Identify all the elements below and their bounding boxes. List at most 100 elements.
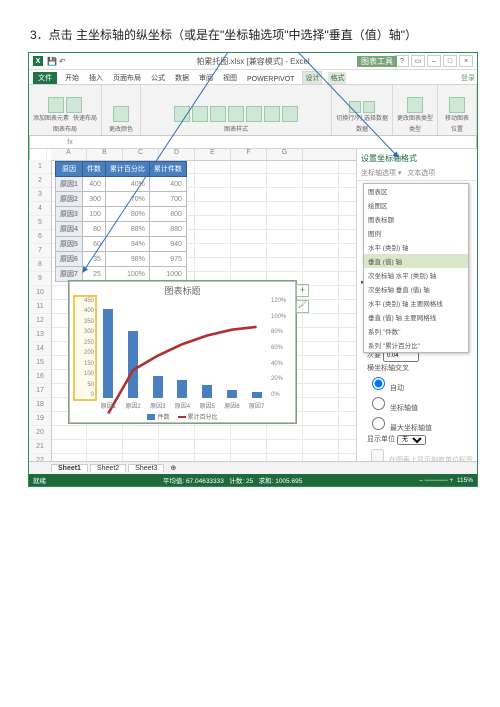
- row-header[interactable]: 4: [29, 202, 51, 216]
- col-header-E[interactable]: E: [195, 149, 231, 160]
- pareto-data-table[interactable]: 原因件数累计百分比累计件数原因140040%400原因230070%700原因3…: [55, 161, 187, 282]
- zoom-out-button[interactable]: –: [419, 477, 423, 484]
- row-header[interactable]: 7: [29, 244, 51, 258]
- row-header[interactable]: 21: [29, 440, 51, 454]
- close-button[interactable]: ×: [459, 55, 473, 67]
- row-header[interactable]: 17: [29, 384, 51, 398]
- row-header[interactable]: 10: [29, 286, 51, 300]
- menu-h-major-gridlines[interactable]: 水平 (类别) 轴 主要网格线: [364, 296, 468, 310]
- row-header[interactable]: 13: [29, 328, 51, 342]
- chart-title[interactable]: 图表标题: [70, 284, 295, 297]
- axis-options-tab[interactable]: 坐标轴选项: [361, 170, 396, 177]
- menu-series-line[interactable]: 系列 "累计百分比": [364, 338, 468, 352]
- row-header[interactable]: 14: [29, 342, 51, 356]
- maximize-button[interactable]: □: [443, 55, 457, 67]
- table-row[interactable]: 原因725100%1000: [56, 267, 187, 282]
- chart-style-thumb[interactable]: [264, 106, 280, 122]
- row-header[interactable]: 19: [29, 412, 51, 426]
- tab-home[interactable]: 开始: [63, 72, 81, 84]
- table-row[interactable]: 原因230070%700: [56, 192, 187, 207]
- table-row[interactable]: 原因310080%800: [56, 207, 187, 222]
- chart-style-thumb[interactable]: [174, 106, 190, 122]
- chart-style-thumb[interactable]: [228, 106, 244, 122]
- qat-save-icon[interactable]: 💾: [47, 57, 57, 66]
- menu-chart-area[interactable]: 图表区: [364, 184, 468, 198]
- table-row[interactable]: 原因140040%400: [56, 177, 187, 192]
- menu-sec-horizontal-axis[interactable]: 次坐标轴 水平 (类别) 轴: [364, 268, 468, 282]
- col-header-B[interactable]: B: [87, 149, 123, 160]
- menu-v-major-gridlines[interactable]: 垂直 (值) 轴 主要网格线: [364, 310, 468, 324]
- row-header[interactable]: 1: [29, 160, 51, 174]
- quick-layout-button[interactable]: [66, 97, 82, 113]
- row-header[interactable]: 12: [29, 314, 51, 328]
- chart-legend[interactable]: 件数 累计百分比: [70, 410, 295, 422]
- row-header[interactable]: 9: [29, 272, 51, 286]
- zoom-level[interactable]: 115%: [457, 477, 473, 484]
- new-sheet-button[interactable]: ⊕: [166, 464, 180, 472]
- tab-file[interactable]: 文件: [33, 72, 57, 84]
- col-header-F[interactable]: F: [231, 149, 267, 160]
- change-colors-button[interactable]: [113, 106, 129, 122]
- legend-entry-bar[interactable]: 件数: [147, 412, 169, 421]
- menu-vertical-axis[interactable]: 垂直 (值) 轴: [364, 254, 468, 268]
- menu-chart-title[interactable]: 图表标题: [364, 212, 468, 226]
- row-header[interactable]: 11: [29, 300, 51, 314]
- table-header-cell[interactable]: 累计百分比: [105, 162, 149, 177]
- tab-insert[interactable]: 插入: [87, 72, 105, 84]
- change-chart-type-button[interactable]: [407, 97, 423, 113]
- sheet-tab-3[interactable]: Sheet3: [128, 464, 164, 472]
- text-options-tab[interactable]: 文本选项: [407, 170, 435, 177]
- tab-view[interactable]: 视图: [221, 72, 239, 84]
- line-series[interactable]: [96, 298, 269, 469]
- sheet-tab-1[interactable]: Sheet1: [51, 464, 88, 472]
- add-chart-element-button[interactable]: [48, 97, 64, 113]
- sheet-tab-2[interactable]: Sheet2: [90, 464, 126, 472]
- zoom-in-button[interactable]: +: [449, 477, 453, 484]
- table-header-cell[interactable]: 累计件数: [149, 162, 186, 177]
- chart-styles-button[interactable]: 🖌: [296, 300, 309, 313]
- chart-style-thumb[interactable]: [210, 106, 226, 122]
- row-header[interactable]: 6: [29, 230, 51, 244]
- display-unit-select[interactable]: 无: [397, 435, 426, 445]
- row-headers[interactable]: 1234567891011121314151617181920212223242…: [29, 160, 52, 469]
- table-header-cell[interactable]: 件数: [82, 162, 105, 177]
- table-row[interactable]: 原因56094%940: [56, 237, 187, 252]
- column-headers[interactable]: ABCDEFG: [51, 149, 357, 161]
- menu-series-bar[interactable]: 系列 "件数": [364, 324, 468, 338]
- minimize-button[interactable]: –: [427, 55, 441, 67]
- cross-max-radio[interactable]: [372, 417, 385, 430]
- tab-review[interactable]: 审阅: [197, 72, 215, 84]
- tab-chart-design[interactable]: 设计: [302, 71, 322, 84]
- row-header[interactable]: 2: [29, 174, 51, 188]
- row-header[interactable]: 8: [29, 258, 51, 272]
- tab-formulas[interactable]: 公式: [149, 72, 167, 84]
- row-header[interactable]: 5: [29, 216, 51, 230]
- cell-grid[interactable]: ABCDEFG 12345678910111213141516171819202…: [29, 149, 357, 469]
- help-button[interactable]: ?: [395, 55, 409, 67]
- primary-value-axis[interactable]: 450400350300250200150100500: [76, 298, 94, 398]
- qat-undo-icon[interactable]: ↶: [59, 57, 66, 66]
- row-header[interactable]: 3: [29, 188, 51, 202]
- plot-area[interactable]: 450400350300250200150100500 120%100%80%6…: [96, 298, 269, 398]
- chart-elements-button[interactable]: +: [296, 284, 309, 297]
- col-header-C[interactable]: C: [123, 149, 159, 160]
- table-row[interactable]: 原因63598%975: [56, 252, 187, 267]
- menu-sec-vertical-axis[interactable]: 次坐标轴 垂直 (值) 轴: [364, 282, 468, 296]
- ribbon-toggle-button[interactable]: ▭: [411, 55, 425, 67]
- cross-value-radio[interactable]: [372, 397, 385, 410]
- row-header[interactable]: 18: [29, 398, 51, 412]
- menu-plot-area[interactable]: 绘图区: [364, 198, 468, 212]
- tab-data[interactable]: 数据: [173, 72, 191, 84]
- col-header-A[interactable]: A: [51, 149, 87, 160]
- row-header[interactable]: 20: [29, 426, 51, 440]
- cross-auto-radio[interactable]: [372, 377, 385, 390]
- menu-legend[interactable]: 图例: [364, 226, 468, 240]
- row-header[interactable]: 16: [29, 370, 51, 384]
- table-header-cell[interactable]: 原因: [56, 162, 83, 177]
- col-header-D[interactable]: D: [159, 149, 195, 160]
- menu-horizontal-axis[interactable]: 水平 (类别) 轴: [364, 240, 468, 254]
- row-header[interactable]: 15: [29, 356, 51, 370]
- table-row[interactable]: 原因48088%880: [56, 222, 187, 237]
- chart-style-thumb[interactable]: [282, 106, 298, 122]
- col-header-G[interactable]: G: [267, 149, 303, 160]
